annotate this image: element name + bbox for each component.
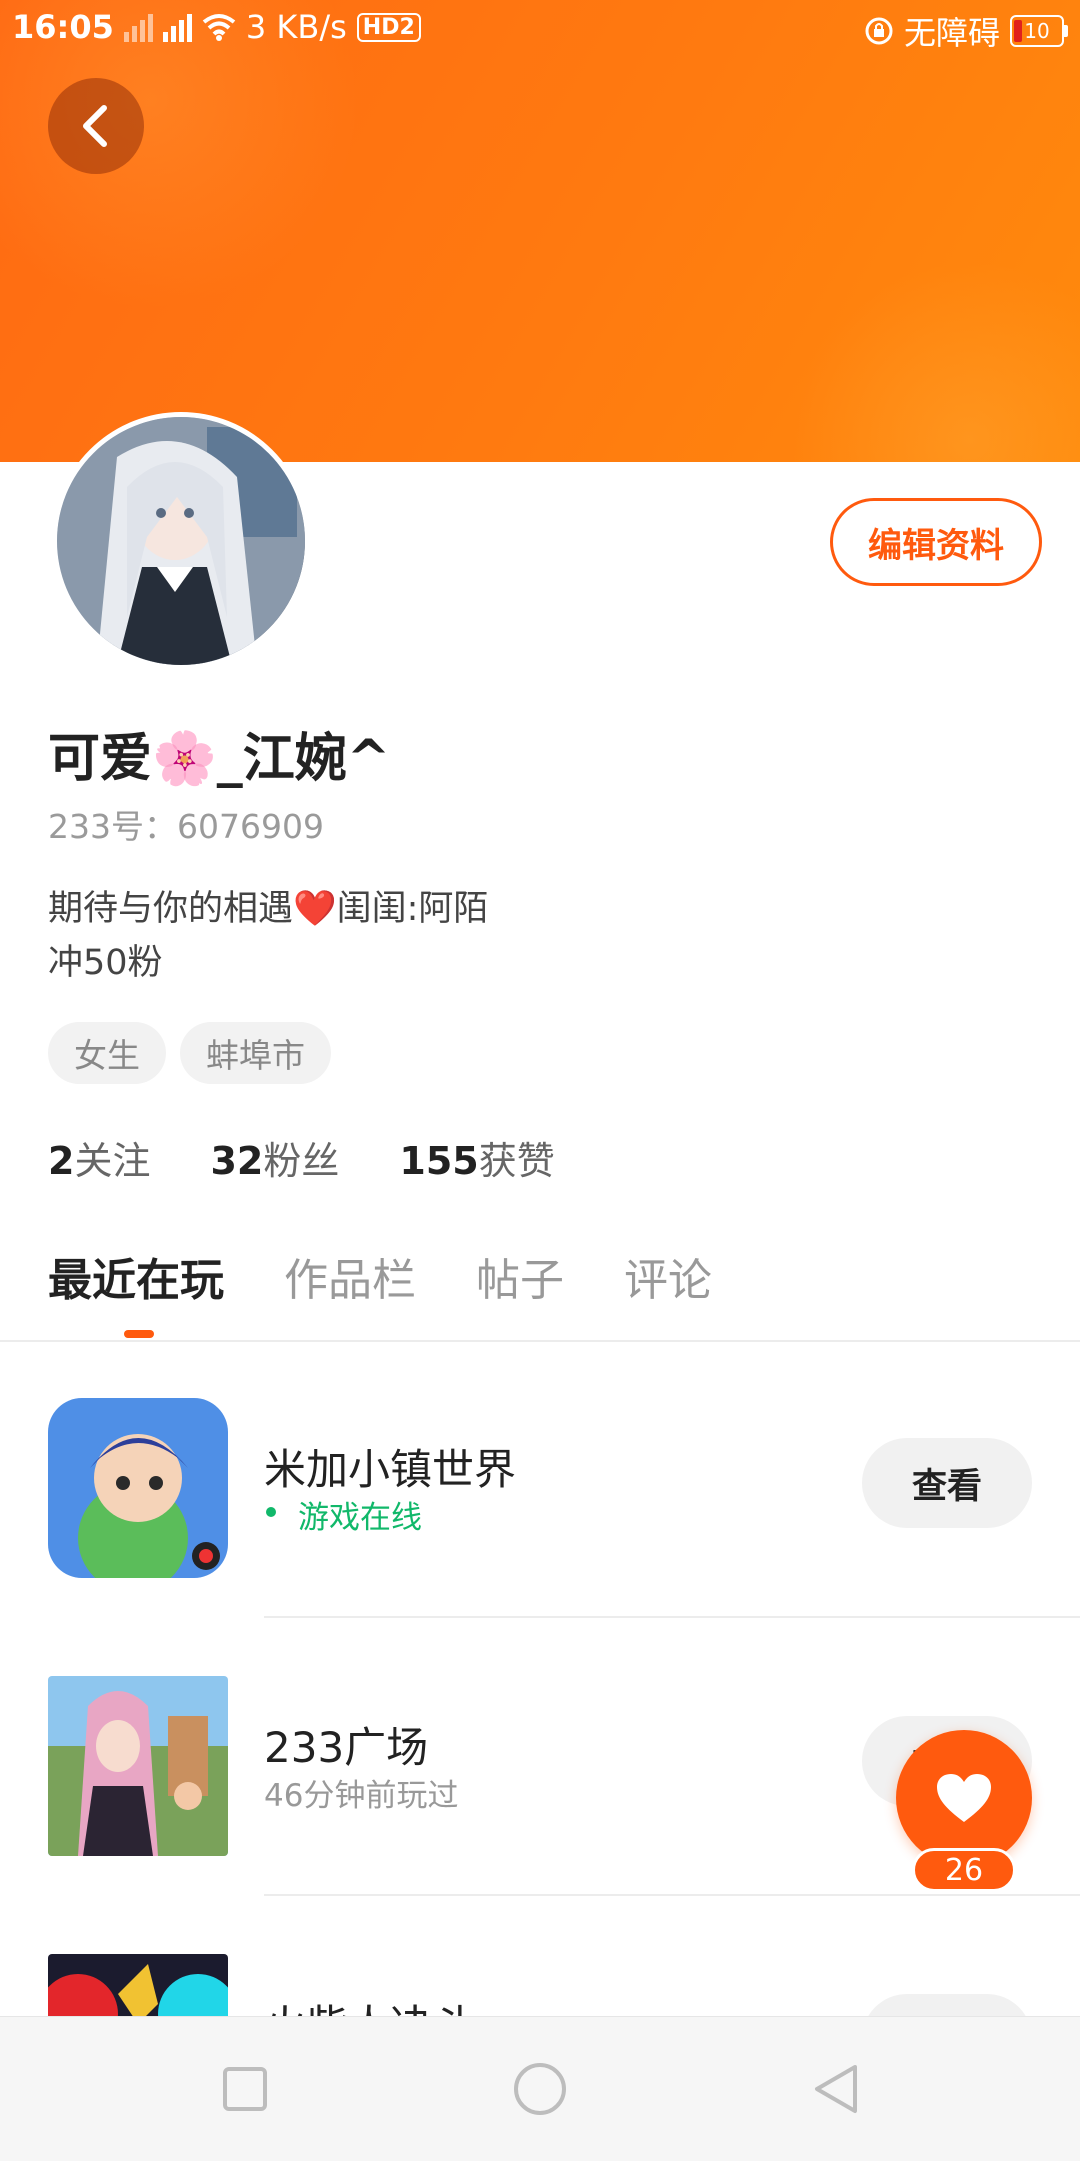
signal-icon	[123, 12, 153, 42]
game-title: 233广场	[264, 1723, 429, 1772]
profile-stats: 2关注 32粉丝 155获赞	[48, 1130, 555, 1185]
user-id: 233号：6076909	[48, 807, 324, 846]
fans-label: 粉丝	[263, 1139, 340, 1183]
tab-posts[interactable]: 帖子	[476, 1244, 564, 1308]
tab-recently-played[interactable]: 最近在玩	[48, 1244, 224, 1308]
tag-gender: 女生	[48, 1022, 166, 1084]
likes-count: 155	[399, 1139, 479, 1183]
status-time: 16:05	[12, 8, 114, 46]
fans-count: 32	[210, 1139, 264, 1183]
stat-likes[interactable]: 155获赞	[399, 1130, 554, 1185]
profile-tabs: 最近在玩 作品栏 帖子 评论	[48, 1244, 712, 1308]
bio: 期待与你的相遇❤️闺闺:阿陌 冲50粉	[48, 882, 488, 990]
accessibility-label: 无障碍	[903, 14, 1000, 52]
likes-label: 获赞	[478, 1139, 555, 1183]
back-arrow-icon	[83, 105, 107, 147]
circle-icon[interactable]	[510, 2059, 570, 2119]
tab-comments[interactable]: 评论	[624, 1244, 712, 1308]
status-bar: 16:05 3 KB/s HD2 无障碍 10	[0, 0, 1080, 56]
heart-icon	[937, 1774, 991, 1822]
game-title: 米加小镇世界	[264, 1445, 517, 1494]
battery-level: 10	[1010, 15, 1064, 47]
game-icon	[48, 1398, 228, 1578]
battery-icon: 10	[1010, 15, 1068, 47]
row-divider	[264, 1616, 1080, 1618]
avatar[interactable]	[52, 412, 310, 670]
nickname: 可爱🌸_江婉^	[48, 729, 391, 789]
list-item[interactable]: 米加小镇世界 游戏在线 查看	[0, 1342, 1080, 1618]
row-divider	[264, 1894, 1080, 1896]
profile-banner	[0, 0, 1080, 462]
stat-fans[interactable]: 32粉丝	[210, 1130, 339, 1185]
following-count: 2	[48, 1139, 75, 1183]
signal-4g-icon	[162, 12, 192, 42]
bio-line: 冲50粉	[48, 943, 163, 983]
tag-city: 蚌埠市	[180, 1022, 331, 1084]
bio-line: 期待与你的相遇❤️闺闺:阿陌	[48, 889, 489, 929]
tab-works[interactable]: 作品栏	[284, 1244, 416, 1308]
active-tab-indicator	[124, 1330, 154, 1338]
hd-badge: HD2	[356, 12, 421, 42]
wifi-icon	[202, 14, 236, 41]
system-nav-bar	[0, 2016, 1080, 2161]
profile-tags: 女生 蚌埠市	[48, 1022, 331, 1084]
rotation-lock-icon	[865, 17, 893, 45]
like-button[interactable]	[896, 1730, 1032, 1866]
game-last-played: 46分钟前玩过	[264, 1778, 459, 1814]
like-count-badge: 26	[912, 1848, 1016, 1892]
back-button[interactable]	[48, 78, 144, 174]
banner-decoration	[790, 260, 1080, 462]
edit-profile-button[interactable]: 编辑资料	[830, 498, 1042, 586]
online-dot-icon	[266, 1507, 276, 1517]
network-speed: 3 KB/s	[245, 8, 347, 46]
following-label: 关注	[74, 1139, 151, 1183]
triangle-back-icon[interactable]	[805, 2059, 865, 2119]
view-button[interactable]: 查看	[862, 1438, 1032, 1528]
stat-following[interactable]: 2关注	[48, 1130, 150, 1185]
game-icon	[48, 1676, 228, 1856]
game-status: 游戏在线	[298, 1500, 422, 1536]
avatar-illustration	[57, 417, 305, 665]
square-icon[interactable]	[215, 2059, 275, 2119]
